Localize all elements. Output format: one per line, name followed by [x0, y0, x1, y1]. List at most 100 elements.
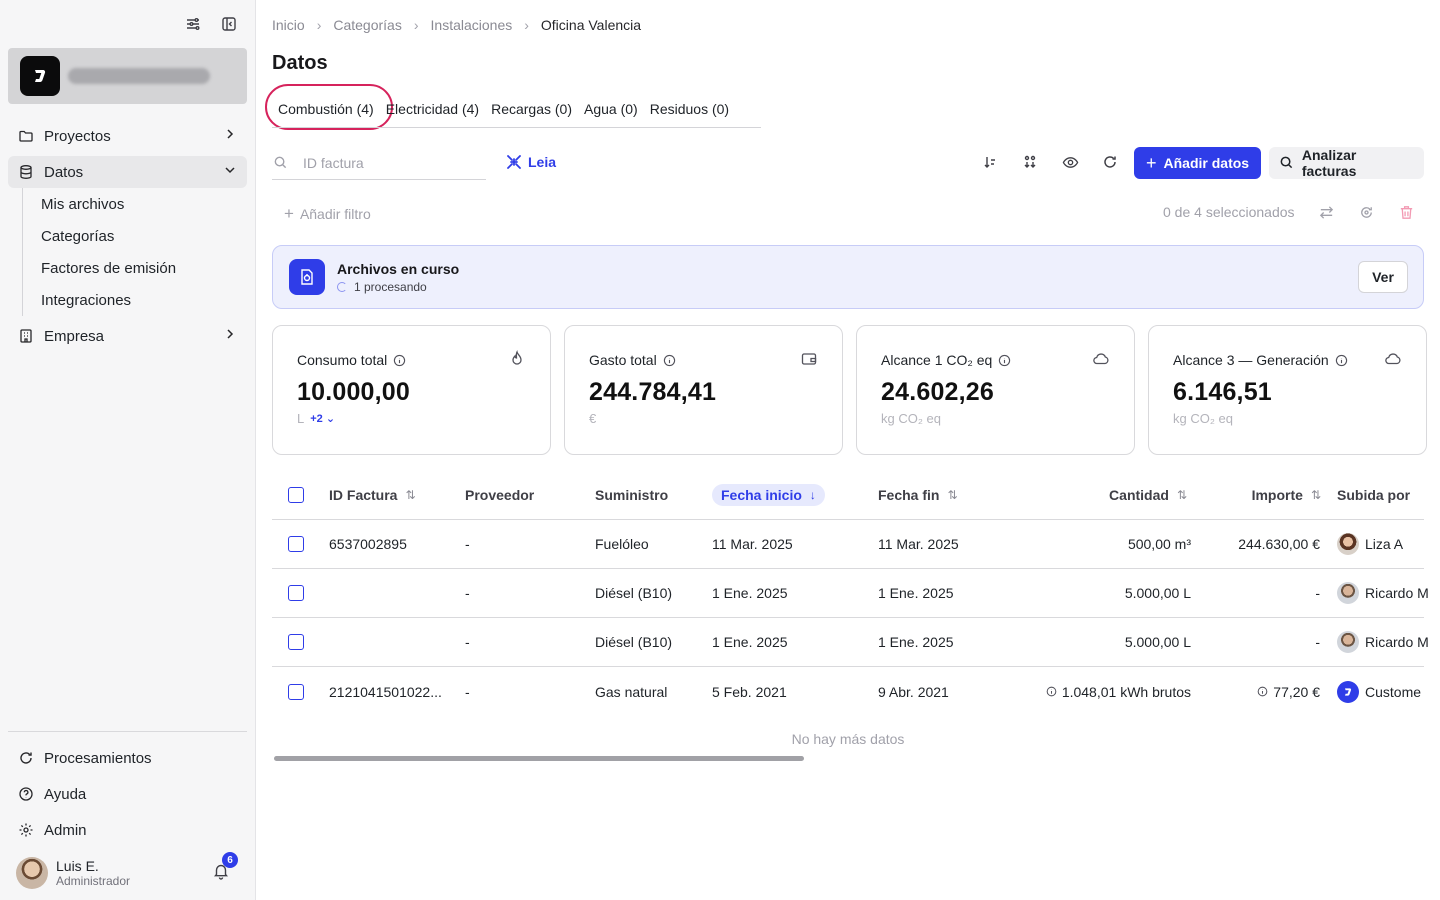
- card-unit: €: [589, 411, 597, 426]
- collapse-sidebar-icon[interactable]: [219, 14, 239, 34]
- leia-sparkle-icon: [505, 153, 523, 171]
- table-row[interactable]: 6537002895 - Fuelóleo 11 Mar. 2025 11 Ma…: [272, 520, 1424, 569]
- col-fecha-fin[interactable]: Fecha fin ⇅: [878, 487, 958, 503]
- sidebar-item-categorias[interactable]: Categorías: [41, 220, 247, 252]
- sort-icon: ⇅: [947, 487, 958, 502]
- notifications-button[interactable]: 6: [212, 852, 238, 882]
- sliders-icon[interactable]: [183, 14, 203, 34]
- cell-fecha-inicio: 1 Ene. 2025: [712, 634, 788, 650]
- cell-subida-por: Custome: [1337, 680, 1424, 703]
- row-checkbox[interactable]: [288, 585, 304, 601]
- checkbox-box: [288, 585, 304, 601]
- card-value: 24.602,26: [881, 378, 995, 406]
- info-icon: [1257, 686, 1268, 697]
- leia-button[interactable]: Leia: [505, 153, 556, 171]
- cell-fecha-fin: 1 Ene. 2025: [878, 634, 954, 650]
- sidebar-item-mis-archivos[interactable]: Mis archivos: [41, 188, 247, 220]
- sidebar-item-label: Admin: [44, 821, 87, 839]
- tab-electricidad[interactable]: Electricidad (4): [380, 96, 485, 123]
- avatar: [1337, 631, 1359, 653]
- banner-subtitle-text: 1 procesando: [354, 279, 427, 294]
- tab-combustion[interactable]: Combustión (4): [272, 96, 380, 123]
- checkbox-box: [288, 486, 304, 503]
- cell-id: 6537002895: [329, 536, 407, 552]
- table-row[interactable]: 2121041501022... - Gas natural 5 Feb. 20…: [272, 667, 1424, 716]
- data-table: ID Factura ⇅ Proveedor Suministro Fecha i…: [272, 470, 1429, 716]
- recalculate-icon[interactable]: [1358, 204, 1376, 222]
- summary-cards: Consumo total 10.000,00 L +2 ⌄ Gasto tota…: [272, 325, 1427, 455]
- table-row[interactable]: - Diésel (B10) 1 Ene. 2025 1 Ene. 2025 5…: [272, 569, 1429, 618]
- sidebar-item-empresa[interactable]: Empresa: [8, 320, 247, 352]
- row-checkbox[interactable]: [288, 536, 304, 552]
- sidebar-item-datos[interactable]: Datos: [8, 156, 247, 188]
- checkbox-box: [288, 536, 304, 552]
- trash-icon[interactable]: [1398, 204, 1416, 222]
- cell-importe: 77,20 €: [1257, 684, 1320, 700]
- refresh-icon[interactable]: [1100, 152, 1120, 172]
- sort-arrows-icon[interactable]: [980, 152, 1000, 172]
- breadcrumb-item-inicio[interactable]: Inicio: [272, 17, 305, 33]
- add-data-button[interactable]: + Añadir datos: [1134, 147, 1262, 179]
- chevron-right-icon: [223, 127, 237, 145]
- cell-proveedor: -: [465, 585, 470, 601]
- datos-submenu: Mis archivos Categorías Factores de emis…: [22, 188, 247, 316]
- sidebar-item-integraciones[interactable]: Integraciones: [41, 284, 247, 316]
- tab-agua[interactable]: Agua (0): [578, 96, 644, 123]
- info-icon: [1335, 354, 1347, 366]
- cell-cantidad: 5.000,00 L: [1124, 585, 1191, 601]
- view-button[interactable]: Ver: [1358, 261, 1408, 293]
- avatar: [1337, 533, 1359, 555]
- organization-switcher[interactable]: [8, 48, 247, 104]
- user-profile[interactable]: Luis E. Administrador 6: [16, 852, 240, 890]
- cell-importe: -: [1315, 634, 1320, 650]
- sidebar-nav: Proyectos Datos Mis archivos Categorías …: [8, 120, 247, 352]
- gear-icon: [18, 822, 34, 838]
- col-label: Fecha fin: [878, 486, 940, 503]
- plus-icon: +: [1146, 152, 1157, 173]
- checkbox-box: [288, 634, 304, 650]
- more-units-count: +2: [310, 413, 323, 425]
- tab-recargas[interactable]: Recargas (0): [485, 96, 578, 123]
- horizontal-scrollbar[interactable]: [274, 756, 804, 761]
- sidebar-item-ayuda[interactable]: Ayuda: [8, 776, 247, 812]
- breadcrumb: Inicio › Categorías › Instalaciones › Of…: [272, 17, 641, 33]
- card-label-text: Alcance 1 CO₂ eq: [881, 352, 993, 368]
- add-filter-button[interactable]: + Añadir filtro: [284, 204, 371, 224]
- info-icon: [1046, 686, 1057, 697]
- chevron-down-icon: [223, 163, 237, 181]
- building-icon: [18, 328, 34, 344]
- col-label: ID Factura: [329, 486, 398, 503]
- table-header: ID Factura ⇅ Proveedor Suministro Fecha i…: [272, 470, 1424, 520]
- search-input[interactable]: [303, 154, 473, 171]
- no-more-data-text: No hay más datos: [791, 731, 905, 747]
- eye-icon[interactable]: [1060, 152, 1080, 172]
- row-checkbox[interactable]: [288, 683, 304, 700]
- tab-residuos[interactable]: Residuos (0): [644, 96, 735, 123]
- cell-suministro: Gas natural: [595, 683, 668, 700]
- more-units-toggle[interactable]: +2 ⌄: [310, 412, 335, 425]
- sidebar-item-admin[interactable]: Admin: [8, 812, 247, 848]
- sidebar-item-factores-emision[interactable]: Factores de emisión: [41, 252, 247, 284]
- sidebar-item-procesamientos[interactable]: Procesamientos: [8, 740, 247, 776]
- breadcrumb-item-categorias[interactable]: Categorías: [333, 17, 401, 33]
- col-id-factura[interactable]: ID Factura ⇅: [329, 487, 416, 503]
- card-gasto-total: Gasto total 244.784,41 €: [564, 325, 843, 455]
- row-checkbox[interactable]: [288, 634, 304, 650]
- uploader-name: Ricardo M: [1365, 585, 1429, 601]
- col-proveedor[interactable]: Proveedor: [465, 487, 534, 503]
- sidebar-item-proyectos[interactable]: Proyectos: [8, 120, 247, 152]
- col-suministro[interactable]: Suministro: [595, 487, 668, 503]
- group-icon[interactable]: [1020, 152, 1040, 172]
- cell-subida-por: Ricardo M: [1337, 582, 1429, 604]
- col-subida-por[interactable]: Subida por: [1337, 487, 1410, 503]
- select-all-checkbox[interactable]: [288, 486, 304, 503]
- col-importe[interactable]: Importe ⇅: [1252, 487, 1321, 503]
- breadcrumb-item-instalaciones[interactable]: Instalaciones: [431, 17, 513, 33]
- table-row[interactable]: - Diésel (B10) 1 Ene. 2025 1 Ene. 2025 5…: [272, 618, 1429, 667]
- col-fecha-inicio[interactable]: Fecha inicio ↓: [712, 483, 825, 506]
- analyze-invoices-button[interactable]: Analizar facturas: [1269, 147, 1424, 179]
- swap-icon[interactable]: [1318, 204, 1336, 222]
- cell-subida-por: Liza A: [1337, 533, 1403, 555]
- col-cantidad[interactable]: Cantidad ⇅: [1109, 487, 1187, 503]
- cell-cantidad-text: 1.048,01 kWh brutos: [1061, 683, 1191, 700]
